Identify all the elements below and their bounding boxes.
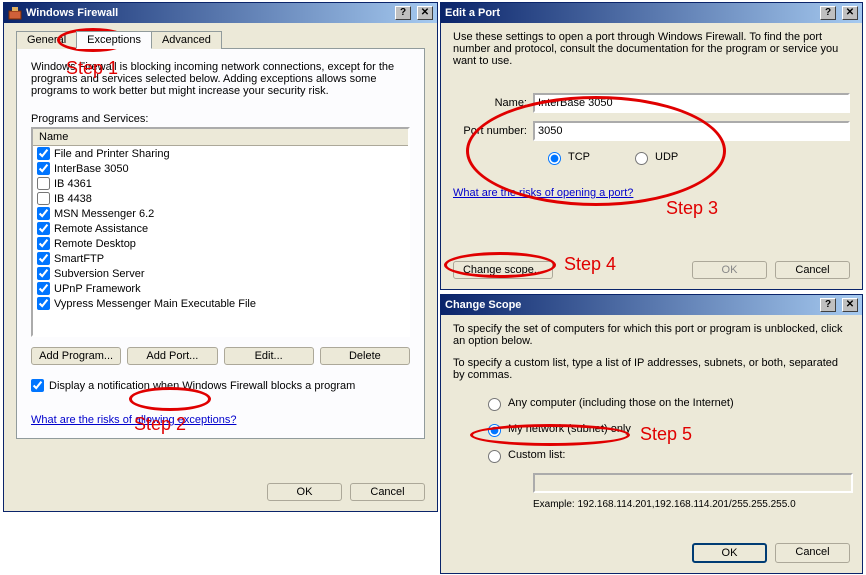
custom-list-input[interactable] — [533, 473, 853, 493]
list-item[interactable]: Remote Desktop — [33, 236, 408, 251]
example-text: Example: 192.168.114.201,192.168.114.201… — [533, 499, 850, 510]
list-item-checkbox[interactable] — [37, 237, 50, 250]
edit-port-titlebar: Edit a Port ? ✕ — [441, 3, 862, 23]
list-item[interactable]: IB 4361 — [33, 176, 408, 191]
help-button[interactable]: ? — [395, 6, 411, 20]
port-label: Port number: — [453, 125, 533, 137]
scope-any-option[interactable]: Any computer (including those on the Int… — [483, 395, 850, 411]
help-button[interactable]: ? — [820, 298, 836, 312]
help-button[interactable]: ? — [820, 6, 836, 20]
cancel-button[interactable]: Cancel — [775, 261, 850, 279]
udp-radio[interactable] — [635, 152, 648, 165]
tab-advanced[interactable]: Advanced — [151, 31, 222, 49]
list-item-checkbox[interactable] — [37, 252, 50, 265]
programs-label: Programs and Services: — [31, 113, 410, 125]
name-label: Name: — [453, 97, 533, 109]
firewall-titlebar: Windows Firewall ? ✕ — [4, 3, 437, 23]
list-item[interactable]: File and Printer Sharing — [33, 146, 408, 161]
tab-general[interactable]: General — [16, 31, 77, 49]
list-item-checkbox[interactable] — [37, 282, 50, 295]
change-scope-button[interactable]: Change scope... — [453, 261, 553, 279]
ok-button[interactable]: OK — [267, 483, 342, 501]
change-scope-window: Change Scope ? ✕ To specify the set of c… — [440, 294, 863, 574]
cancel-button[interactable]: Cancel — [350, 483, 425, 501]
scope-desc1: To specify the set of computers for whic… — [453, 323, 850, 347]
add-port-button[interactable]: Add Port... — [127, 347, 217, 365]
scope-desc2: To specify a custom list, type a list of… — [453, 357, 850, 381]
ok-button[interactable]: OK — [692, 543, 767, 563]
list-item[interactable]: InterBase 3050 — [33, 161, 408, 176]
list-item-label: MSN Messenger 6.2 — [54, 208, 154, 220]
programs-listbox[interactable]: Name File and Printer Sharing InterBase 3… — [31, 127, 410, 337]
list-item-checkbox[interactable] — [37, 207, 50, 220]
scope-subnet-option[interactable]: My network (subnet) only — [483, 421, 850, 437]
list-item-label: SmartFTP — [54, 253, 104, 265]
tabstrip: General Exceptions Advanced — [16, 31, 425, 49]
list-item-label: File and Printer Sharing — [54, 148, 170, 160]
firewall-icon — [8, 6, 22, 20]
tcp-option[interactable]: TCP — [543, 149, 590, 165]
close-button[interactable]: ✕ — [842, 298, 858, 312]
name-input[interactable] — [533, 93, 850, 113]
list-item-checkbox[interactable] — [37, 267, 50, 280]
list-item[interactable]: Remote Assistance — [33, 221, 408, 236]
port-risks-link[interactable]: What are the risks of opening a port? — [453, 187, 633, 199]
edit-port-window: Edit a Port ? ✕ Use these settings to op… — [440, 2, 863, 290]
list-item-checkbox[interactable] — [37, 177, 50, 190]
list-item[interactable]: Subversion Server — [33, 266, 408, 281]
list-item-checkbox[interactable] — [37, 162, 50, 175]
scope-custom-option[interactable]: Custom list: — [483, 447, 850, 463]
list-item[interactable]: SmartFTP — [33, 251, 408, 266]
list-item-label: UPnP Framework — [54, 283, 141, 295]
firewall-title: Windows Firewall — [26, 7, 391, 19]
ok-button[interactable]: OK — [692, 261, 767, 279]
exceptions-desc: Windows Firewall is blocking incoming ne… — [31, 61, 410, 97]
udp-option[interactable]: UDP — [630, 149, 678, 165]
list-item[interactable]: UPnP Framework — [33, 281, 408, 296]
list-item-checkbox[interactable] — [37, 297, 50, 310]
firewall-window: Windows Firewall ? ✕ General Exceptions … — [3, 2, 438, 512]
scope-any-radio[interactable] — [488, 398, 501, 411]
list-item-label: Vypress Messenger Main Executable File — [54, 298, 256, 310]
edit-button[interactable]: Edit... — [224, 347, 314, 365]
notify-checkbox[interactable] — [31, 379, 44, 392]
delete-button[interactable]: Delete — [320, 347, 410, 365]
list-item-label: InterBase 3050 — [54, 163, 129, 175]
list-item-checkbox[interactable] — [37, 192, 50, 205]
close-button[interactable]: ✕ — [842, 6, 858, 20]
list-item-label: Subversion Server — [54, 268, 145, 280]
scope-custom-radio[interactable] — [488, 450, 501, 463]
exceptions-panel: Windows Firewall is blocking incoming ne… — [16, 48, 425, 439]
list-item-label: Remote Assistance — [54, 223, 148, 235]
list-header-name[interactable]: Name — [33, 129, 408, 146]
close-button[interactable]: ✕ — [417, 6, 433, 20]
list-item[interactable]: Vypress Messenger Main Executable File — [33, 296, 408, 311]
edit-port-desc: Use these settings to open a port throug… — [453, 31, 850, 67]
list-item-label: Remote Desktop — [54, 238, 136, 250]
tcp-radio[interactable] — [548, 152, 561, 165]
tab-exceptions[interactable]: Exceptions — [76, 31, 152, 49]
list-item[interactable]: MSN Messenger 6.2 — [33, 206, 408, 221]
list-item-label: IB 4438 — [54, 193, 92, 205]
change-scope-titlebar: Change Scope ? ✕ — [441, 295, 862, 315]
edit-port-title: Edit a Port — [445, 7, 816, 19]
change-scope-title: Change Scope — [445, 299, 816, 311]
cancel-button[interactable]: Cancel — [775, 543, 850, 563]
list-item-checkbox[interactable] — [37, 147, 50, 160]
scope-subnet-radio[interactable] — [488, 424, 501, 437]
risks-link[interactable]: What are the risks of allowing exception… — [31, 414, 236, 426]
add-program-button[interactable]: Add Program... — [31, 347, 121, 365]
list-item-checkbox[interactable] — [37, 222, 50, 235]
list-item-label: IB 4361 — [54, 178, 92, 190]
port-input[interactable] — [533, 121, 850, 141]
list-item[interactable]: IB 4438 — [33, 191, 408, 206]
notify-label: Display a notification when Windows Fire… — [49, 380, 355, 392]
